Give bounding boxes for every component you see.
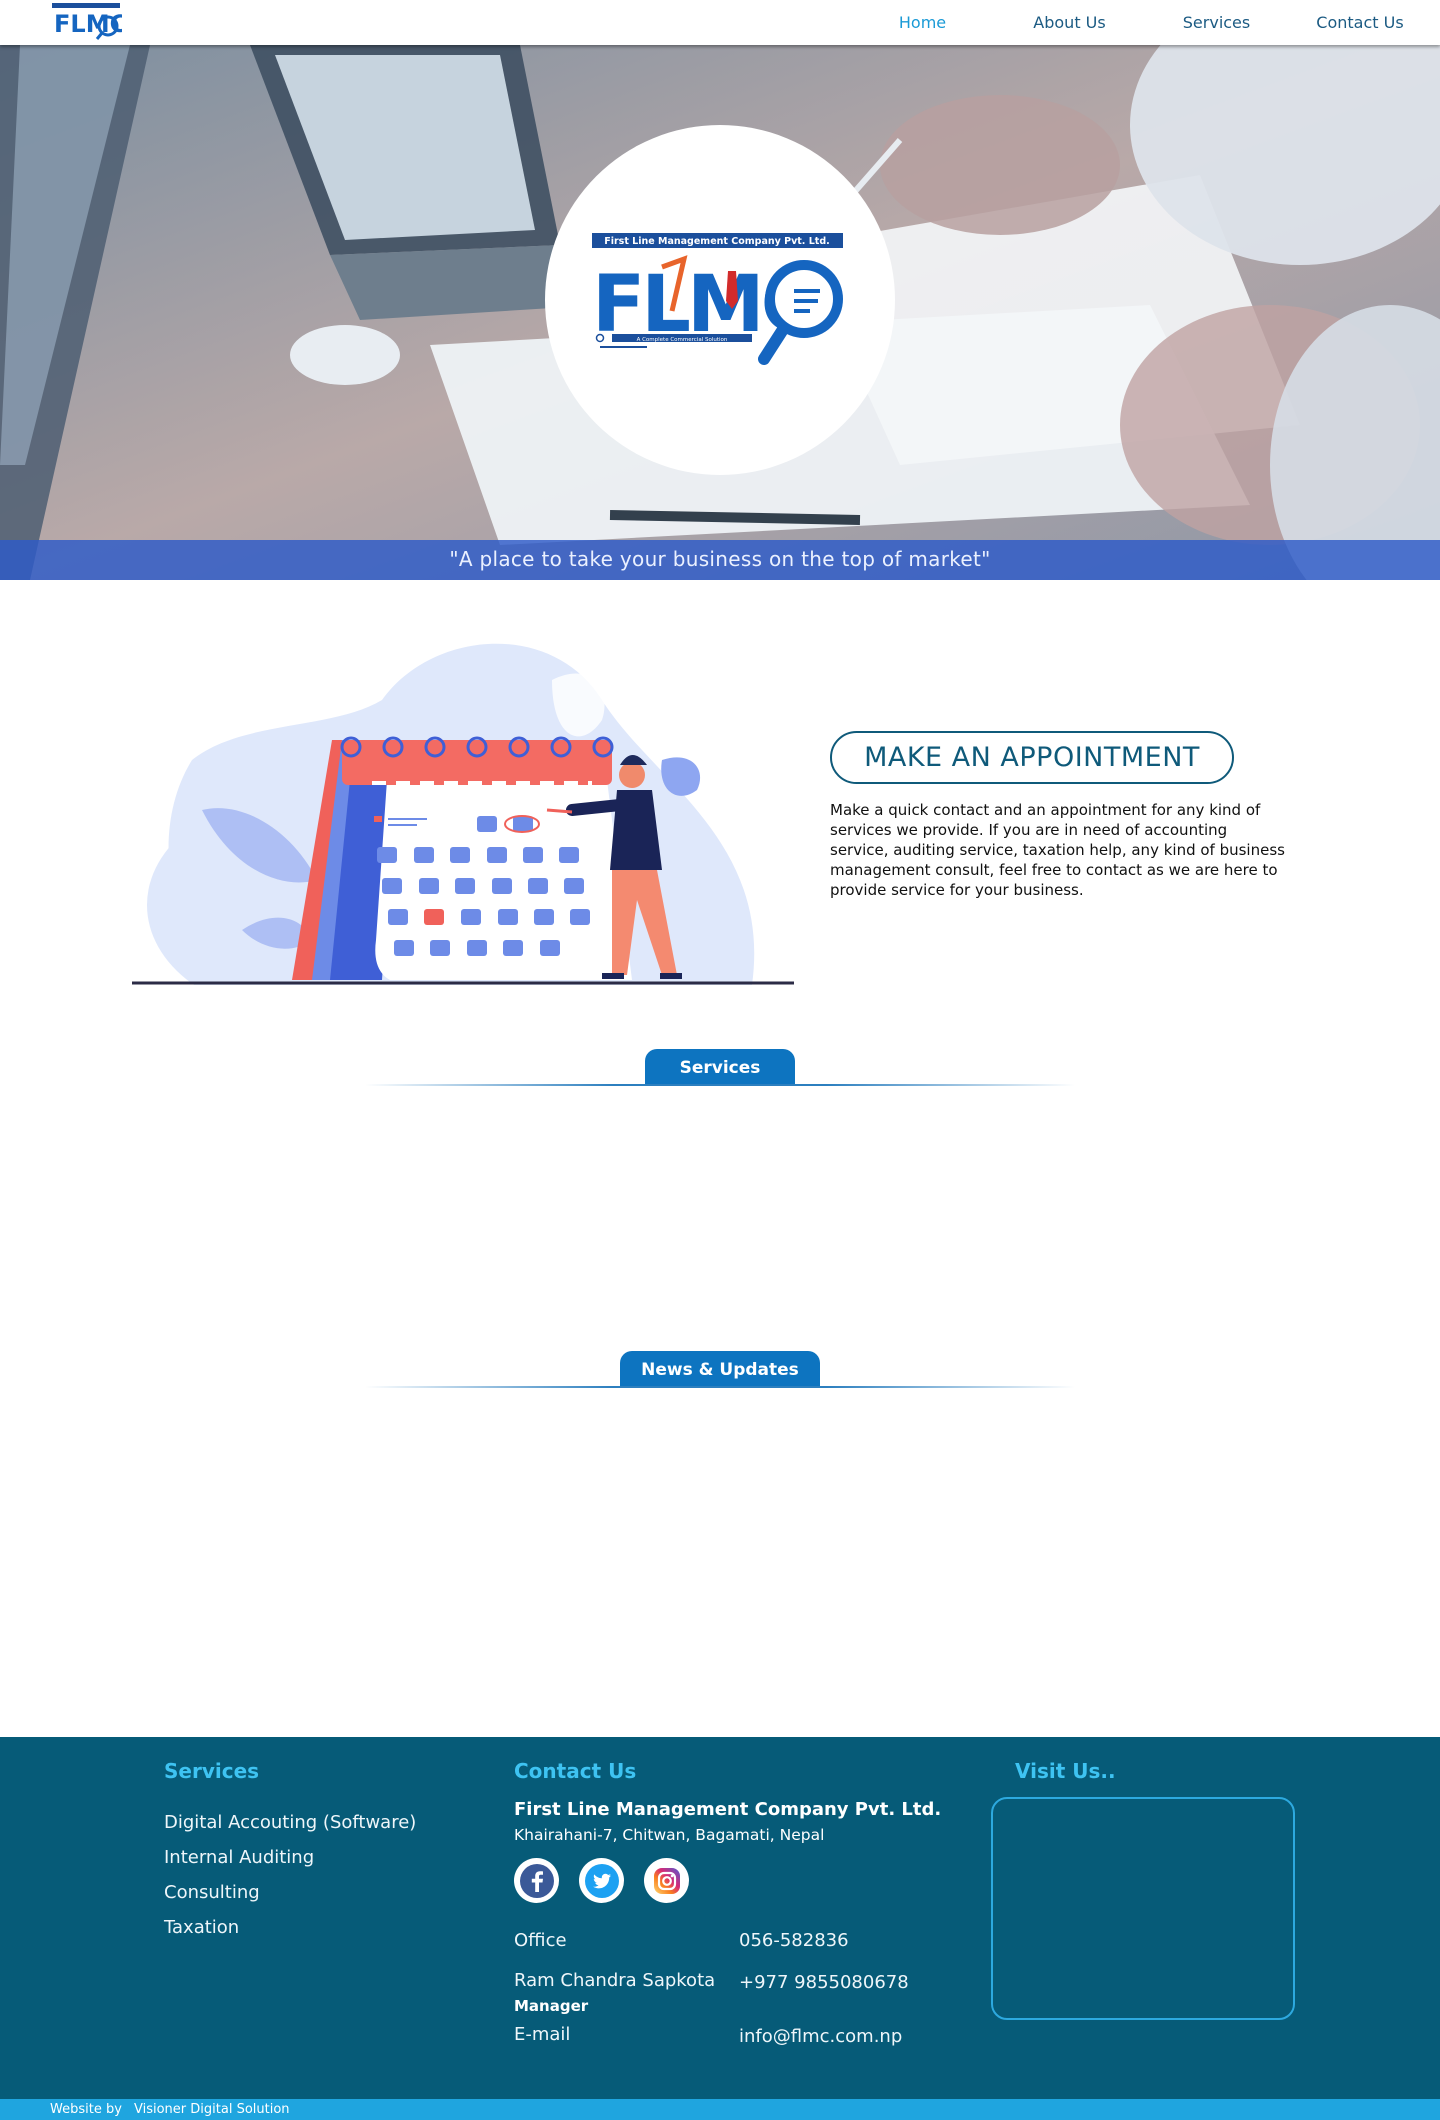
office-label: Office xyxy=(514,1930,567,1951)
facebook-icon[interactable] xyxy=(514,1858,559,1903)
company-name: First Line Management Company Pvt. Ltd. xyxy=(514,1799,942,1820)
instagram-icon[interactable] xyxy=(644,1858,689,1903)
manager-role: Manager xyxy=(514,1997,589,2015)
news-section-tab: News & Updates xyxy=(620,1351,820,1387)
site-logo[interactable]: FLMC xyxy=(50,2,122,40)
footer-service-link[interactable]: Taxation xyxy=(164,1910,416,1945)
nav-about-us[interactable]: About Us xyxy=(996,0,1143,45)
footer-service-link[interactable]: Consulting xyxy=(164,1875,416,1910)
nav-menu: Home About Us Services Contact Us xyxy=(849,0,1440,45)
email-label: E-mail xyxy=(514,2024,571,2045)
footer-visit-heading: Visit Us.. xyxy=(1015,1759,1116,1783)
svg-text:A Complete Commercial Solution: A Complete Commercial Solution xyxy=(637,337,728,343)
footer-contact-heading: Contact Us xyxy=(514,1759,637,1783)
nav-services[interactable]: Services xyxy=(1143,0,1290,45)
footer: Services Digital Accouting (Software) In… xyxy=(0,1737,1440,2099)
services-divider xyxy=(365,1084,1075,1086)
footer-services-list: Digital Accouting (Software) Internal Au… xyxy=(164,1805,416,1945)
company-address: Khairahani-7, Chitwan, Bagamati, Nepal xyxy=(514,1826,825,1844)
footer-service-link[interactable]: Internal Auditing xyxy=(164,1840,416,1875)
nav-home[interactable]: Home xyxy=(849,0,996,45)
appointment-description: Make a quick contact and an appointment … xyxy=(830,801,1285,899)
news-divider xyxy=(365,1386,1075,1388)
top-navigation: FLMC Home About Us Services Contact Us xyxy=(0,0,1440,45)
manager-name: Ram Chandra Sapkota xyxy=(514,1970,716,1991)
calendar-illustration xyxy=(132,643,794,985)
footer-services-heading: Services xyxy=(164,1759,260,1783)
bottom-credit-bar: Website by Visioner Digital Solution xyxy=(0,2099,1440,2120)
footer-service-link[interactable]: Digital Accouting (Software) xyxy=(164,1805,416,1840)
office-phone[interactable]: 056-582836 xyxy=(739,1930,849,1951)
manager-phone[interactable]: +977 9855080678 xyxy=(739,1972,909,1993)
nav-contact-us[interactable]: Contact Us xyxy=(1290,0,1430,45)
credit-link[interactable]: Visioner Digital Solution xyxy=(134,2099,290,2120)
social-links xyxy=(514,1858,689,1903)
hero-tagline: "A place to take your business on the to… xyxy=(0,540,1440,580)
credit-label: Website by xyxy=(50,2102,122,2117)
svg-text:First Line Management Company: First Line Management Company Pvt. Ltd. xyxy=(604,236,829,247)
make-appointment-button[interactable]: MAKE AN APPOINTMENT xyxy=(830,731,1234,784)
services-section-tab: Services xyxy=(645,1049,795,1085)
hero-banner: First Line Management Company Pvt. Ltd. … xyxy=(0,45,1440,580)
twitter-icon[interactable] xyxy=(579,1858,624,1903)
company-logo: First Line Management Company Pvt. Ltd. … xyxy=(592,233,843,365)
map-frame[interactable] xyxy=(991,1797,1295,2020)
email-link[interactable]: info@flmc.com.np xyxy=(739,2026,902,2047)
